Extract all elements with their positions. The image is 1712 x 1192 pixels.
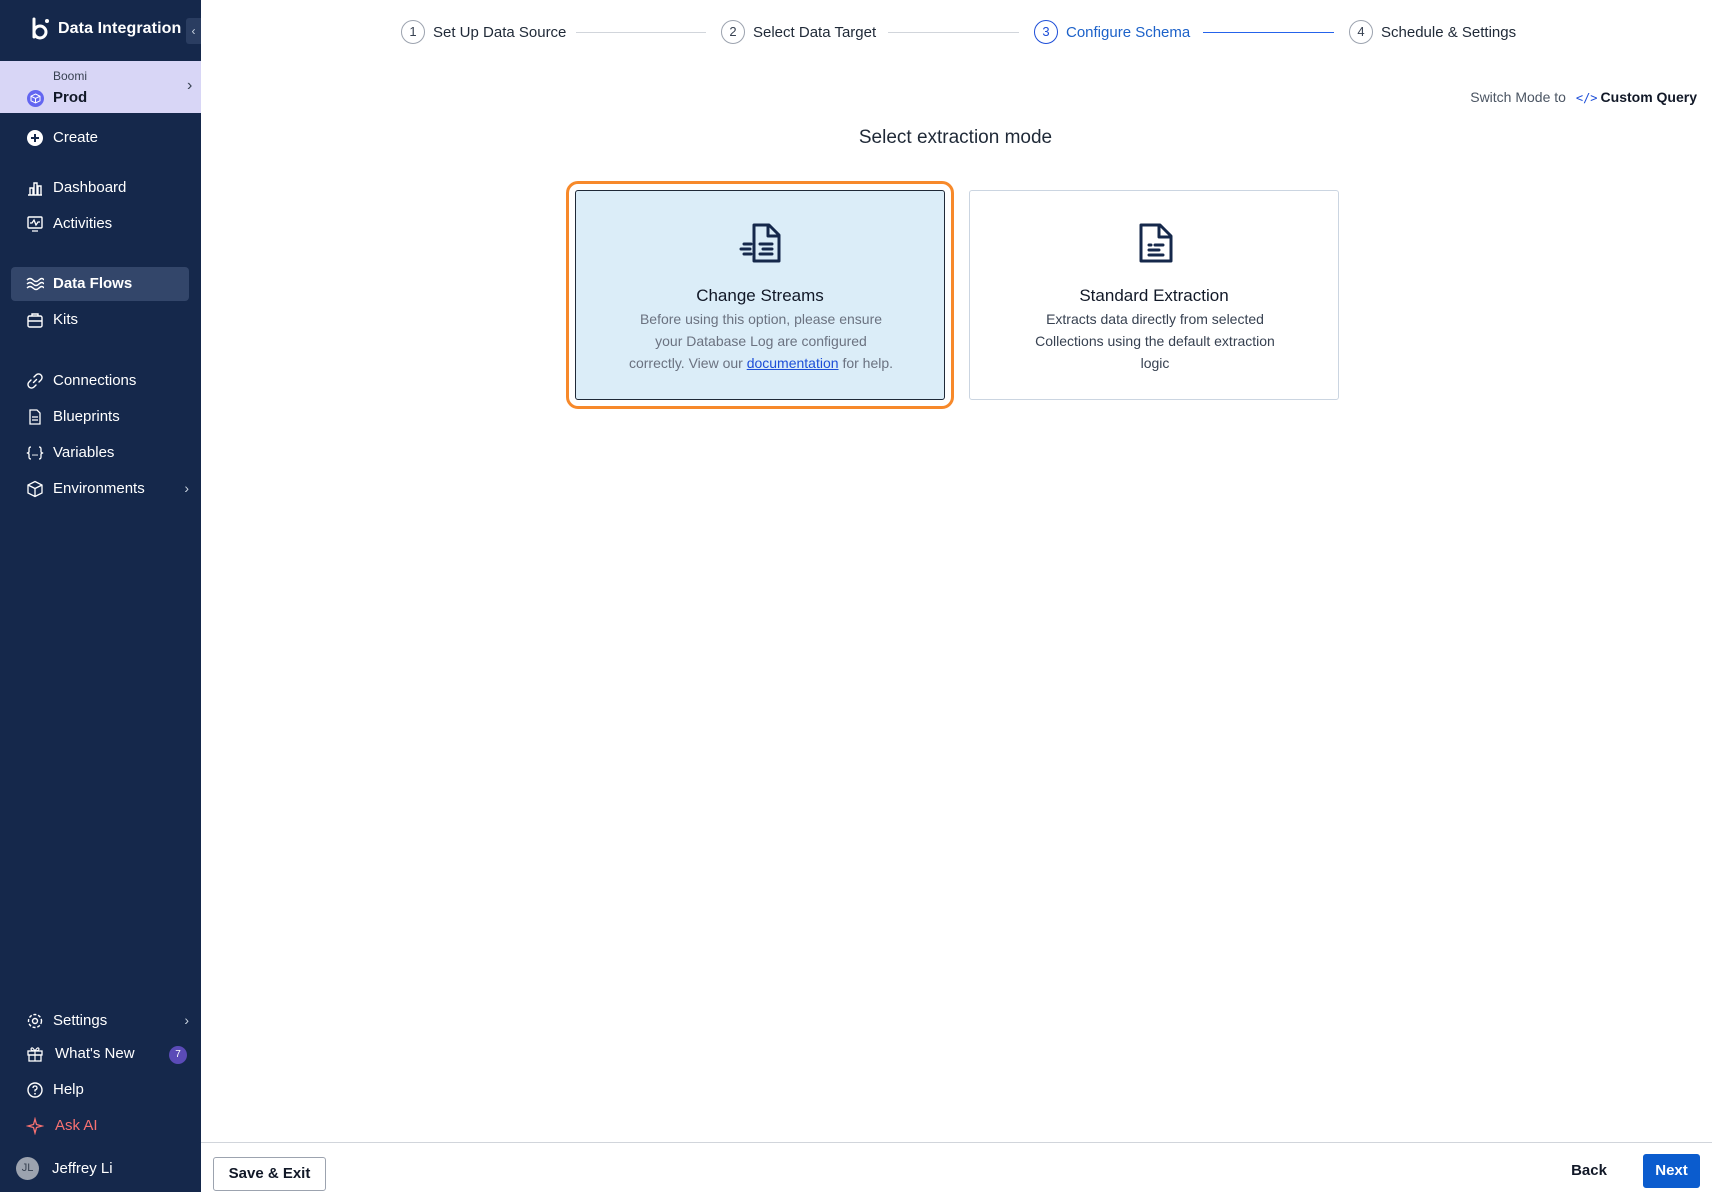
chevron-right-icon: › [184, 1012, 189, 1028]
sidebar-item-label: Dashboard [53, 179, 127, 196]
gear-icon [27, 1013, 43, 1029]
footer-bar: Save & Exit Back Next [201, 1142, 1712, 1192]
sidebar-item-label: What's New [55, 1045, 135, 1062]
sidebar-item-activities[interactable]: Activities [11, 207, 189, 241]
sidebar-item-dashboard[interactable]: Dashboard [11, 171, 189, 205]
sidebar-item-label: Environments [53, 480, 145, 497]
sidebar-item-variables[interactable]: Variables [11, 436, 189, 470]
sidebar-item-blueprints[interactable]: Blueprints [11, 400, 189, 434]
document-stream-icon [739, 223, 781, 263]
sidebar-item-label: Kits [53, 311, 79, 328]
step-label: Configure Schema [1066, 24, 1191, 41]
sidebar-item-ask-ai[interactable]: Ask AI [11, 1109, 189, 1143]
card-title: Change Streams [696, 286, 824, 305]
sidebar-item-label: Settings [53, 1012, 108, 1029]
bar-chart-icon [28, 182, 42, 196]
step-number: 4 [1349, 20, 1373, 44]
step-number: 3 [1034, 20, 1058, 44]
app-title: Data Integration [58, 20, 182, 37]
brand: Data Integration ‹ [0, 0, 201, 60]
environment-switcher[interactable]: Boomi Prod › [0, 61, 201, 113]
card-title: Standard Extraction [1079, 286, 1229, 305]
briefcase-icon [27, 313, 43, 328]
sidebar-item-label: Ask AI [55, 1117, 98, 1134]
avatar: JL [16, 1157, 39, 1180]
save-exit-button[interactable]: Save & Exit [213, 1157, 326, 1191]
gift-icon [27, 1047, 43, 1062]
documentation-link[interactable]: documentation [747, 355, 839, 371]
sidebar-item-label: Activities [53, 215, 113, 232]
sidebar: Data Integration ‹ Boomi Prod › Create D… [0, 0, 201, 1192]
environment-org: Boomi [53, 69, 88, 83]
switch-mode-label: Switch Mode to [1470, 89, 1566, 105]
card-description: Extracts data directly from selected Col… [1035, 311, 1275, 371]
change-streams-card[interactable]: Change Streams Before using this option,… [566, 181, 954, 409]
help-circle-icon [27, 1082, 43, 1098]
step-number: 2 [721, 20, 745, 44]
chevron-right-icon: › [187, 77, 193, 94]
cube-icon [27, 480, 43, 498]
chevron-right-icon: › [184, 480, 189, 496]
step-connector-active [1203, 32, 1334, 33]
sidebar-item-kits[interactable]: Kits [11, 303, 189, 337]
user-menu[interactable]: JL Jeffrey Li [16, 1157, 196, 1181]
standard-extraction-card[interactable]: Standard Extraction Extracts data direct… [969, 190, 1339, 400]
environment-cube-icon [27, 90, 44, 107]
document-icon [29, 409, 41, 425]
waves-icon [26, 277, 44, 291]
sidebar-item-connections[interactable]: Connections [11, 364, 189, 398]
card-description: Before using this option, please ensure … [628, 311, 894, 371]
step-label: Schedule & Settings [1381, 24, 1517, 41]
boomi-logo-icon [32, 17, 49, 40]
sidebar-item-help[interactable]: Help [11, 1073, 189, 1107]
sparkle-icon [26, 1117, 44, 1135]
custom-query-link[interactable]: Custom Query [1601, 89, 1697, 105]
step-connector [888, 32, 1019, 33]
sidebar-item-label: Help [53, 1081, 84, 1098]
sidebar-item-environments[interactable]: Environments › [11, 472, 189, 506]
sidebar-item-data-flows[interactable]: Data Flows [11, 267, 189, 301]
sidebar-item-label: Data Flows [53, 275, 133, 292]
step-label: Set Up Data Source [433, 24, 567, 41]
environment-name: Prod [53, 89, 88, 106]
sidebar-item-whats-new[interactable]: What's New 7 [11, 1037, 189, 1071]
notification-badge: 7 [169, 1046, 187, 1064]
sidebar-item-label: Connections [53, 372, 137, 389]
document-icon [1139, 223, 1173, 263]
user-name: Jeffrey Li [52, 1160, 113, 1177]
braces-icon [26, 446, 44, 460]
code-icon: </> [1575, 91, 1598, 105]
switch-mode: Switch Mode to </> Custom Query [1470, 89, 1697, 105]
sidebar-item-settings[interactable]: Settings › [11, 1004, 189, 1038]
step-connector [576, 32, 706, 33]
page-title: Select extraction mode [858, 127, 1053, 148]
collapse-sidebar-button[interactable]: ‹ [186, 18, 201, 44]
link-icon [27, 373, 43, 389]
back-button[interactable]: Back [1561, 1154, 1617, 1188]
next-button[interactable]: Next [1643, 1154, 1700, 1188]
step-label: Select Data Target [753, 24, 877, 41]
monitor-activity-icon [27, 216, 43, 232]
sidebar-item-label: Blueprints [53, 408, 120, 425]
step-number: 1 [401, 20, 425, 44]
sidebar-item-label: Variables [53, 444, 115, 461]
